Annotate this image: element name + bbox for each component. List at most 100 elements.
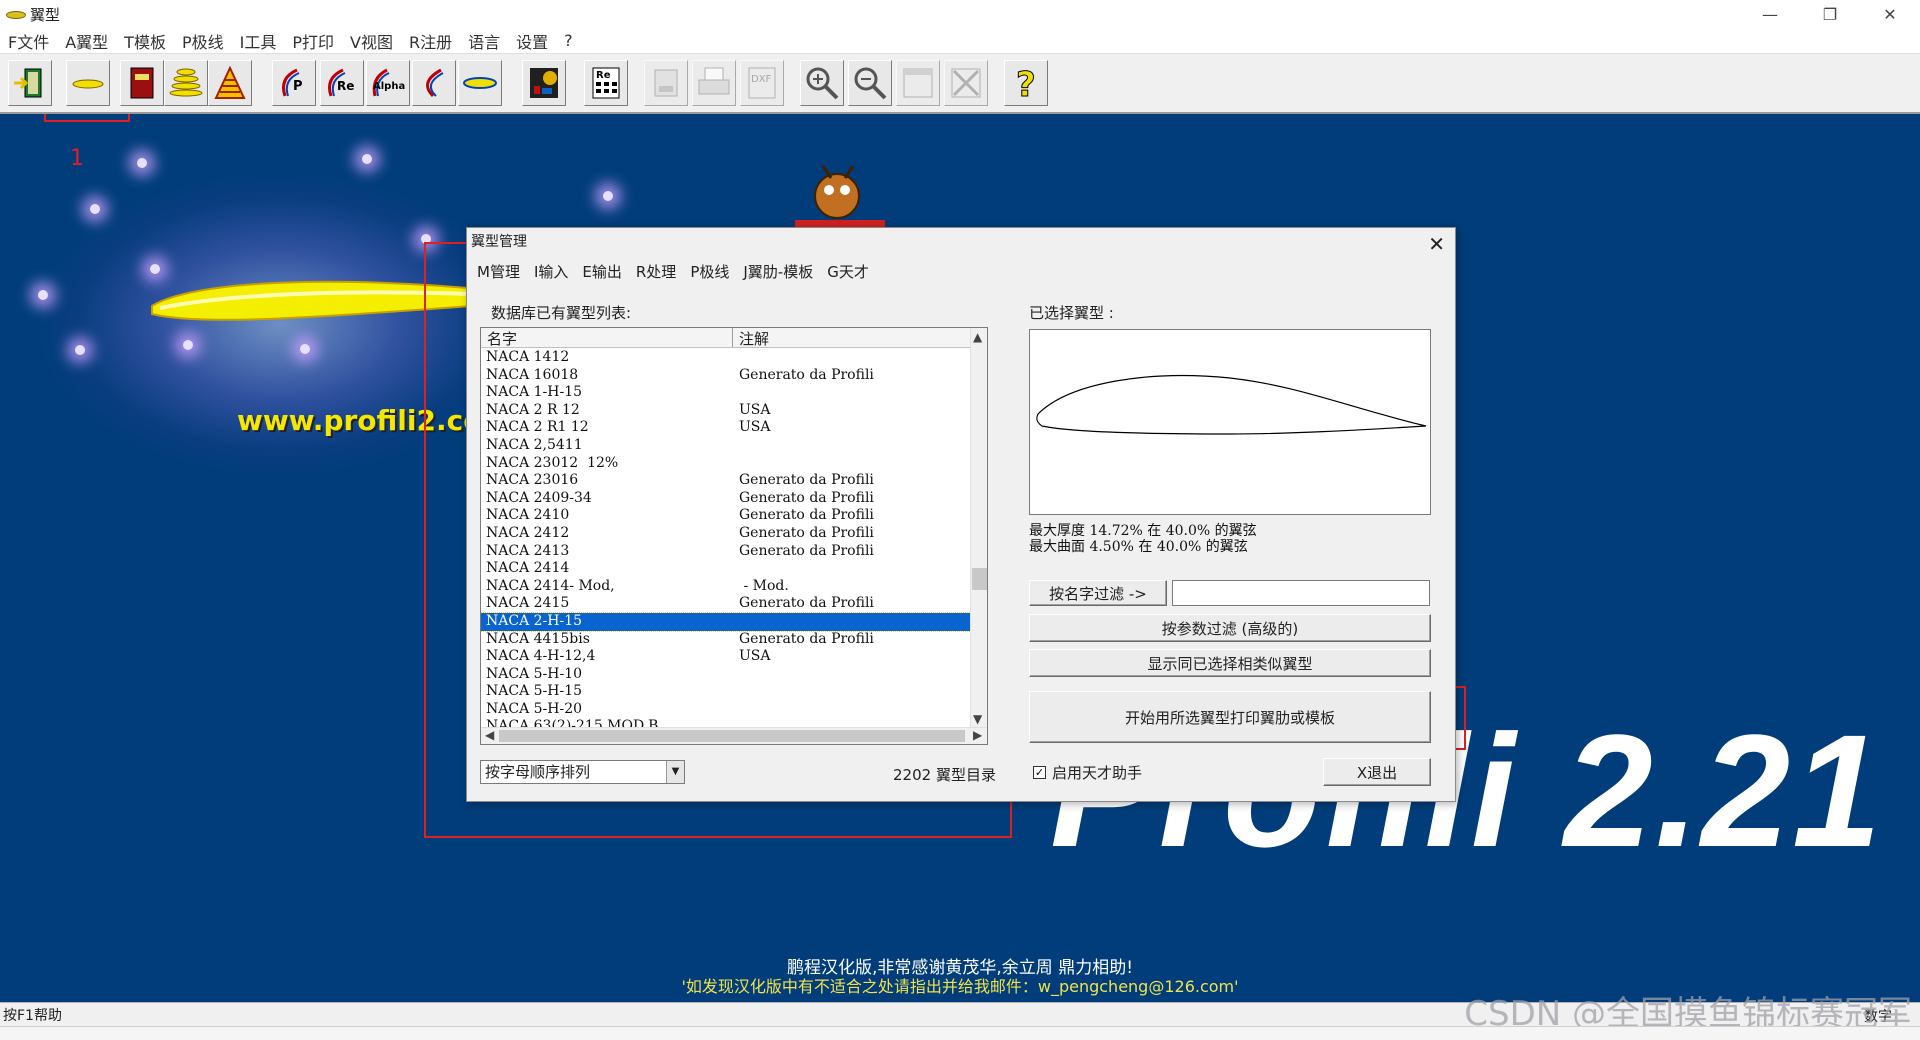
list-item[interactable]: NACA 1-H-15 [481, 384, 971, 402]
show-similar-button[interactable]: 显示同已选择相类似翼型 [1029, 649, 1431, 677]
exit-dialog-button[interactable]: X退出 [1323, 758, 1431, 786]
zoom-out-button[interactable] [848, 60, 892, 106]
dialog-menu-rib-template[interactable]: J翼肋-模板 [743, 261, 813, 282]
menu-help[interactable]: ? [564, 31, 573, 50]
list-item[interactable]: NACA 5-H-10 [481, 666, 971, 684]
printer-button[interactable] [692, 60, 736, 106]
filter-by-name-button[interactable]: 按名字过滤 -> [1029, 580, 1167, 606]
help-button[interactable]: ? [1004, 60, 1048, 106]
restore-button[interactable]: ❐ [1800, 0, 1860, 28]
airfoil-listbox[interactable]: 名字 注解 NACA 1412 NACA 16018 Generato da Pro… [480, 327, 988, 745]
list-item[interactable]: NACA 1412 [481, 349, 971, 367]
exit-button[interactable] [8, 60, 52, 106]
book-button[interactable] [120, 60, 164, 106]
list-item[interactable]: NACA 2 R1 12 USA [481, 419, 971, 437]
list-item[interactable]: NACA 23016 Generato da Profili [481, 472, 971, 490]
sort-order-select[interactable]: 按字母顺序排列 ▼ [480, 760, 685, 784]
dropdown-arrow-icon[interactable]: ▼ [666, 761, 684, 783]
list-item[interactable]: NACA 2409-34 Generato da Profili [481, 490, 971, 508]
menu-language[interactable]: 语言 [468, 29, 500, 53]
list-item-name: NACA 2415 [486, 595, 570, 612]
list-item[interactable]: NACA 2410 Generato da Profili [481, 507, 971, 525]
genius-assistant-checkbox[interactable]: ✓ 启用天才助手 [1033, 762, 1142, 783]
list-item[interactable]: NACA 2-H-15 [481, 611, 972, 632]
print-rib-template-button[interactable]: 开始用所选翼型打印翼肋或模板 [1029, 691, 1431, 743]
minimize-button[interactable]: — [1740, 0, 1800, 28]
list-item[interactable]: NACA 23012 12% [481, 455, 971, 473]
calculator-button[interactable] [522, 60, 566, 106]
dialog-menu-manage[interactable]: M管理 [477, 261, 520, 282]
list-item-notes: Generato da Profili [739, 472, 874, 489]
re-calculator-button[interactable]: Re [584, 60, 628, 106]
list-item[interactable]: NACA 2415 Generato da Profili [481, 595, 971, 613]
genius-assistant-label: 启用天才助手 [1052, 764, 1143, 782]
menu-print[interactable]: P打印 [292, 29, 334, 53]
close-button[interactable]: ✕ [1860, 0, 1920, 28]
menu-bar: F文件 A翼型 T模板 P极线 I工具 P打印 V视图 R注册 语言 设置 ? [0, 28, 1920, 54]
list-item[interactable]: NACA 4415bis Generato da Profili [481, 631, 971, 649]
list-item[interactable]: NACA 2 R 12 USA [481, 402, 971, 420]
print-preview-button[interactable] [644, 60, 688, 106]
status-help-text: 按F1帮助 [3, 1007, 62, 1024]
menu-tools[interactable]: I工具 [240, 29, 277, 53]
help-icon: ? [1016, 65, 1037, 103]
list-item[interactable]: NACA 2412 Generato da Profili [481, 525, 971, 543]
polar-alpha-button[interactable]: Alpha [366, 60, 410, 106]
book-icon [130, 67, 154, 99]
list-item-name: NACA 2 R1 12 [486, 419, 589, 436]
polar-p-button[interactable]: P [272, 60, 316, 106]
column-header-name[interactable]: 名字 [481, 328, 733, 348]
dxf-button[interactable]: DXF [740, 60, 784, 106]
horizontal-scrollbar[interactable]: ◀ ▶ [481, 727, 987, 744]
list-item[interactable]: NACA 2414- Mod, - Mod. [481, 578, 971, 596]
scroll-up-arrow-icon[interactable]: ▲ [973, 330, 982, 344]
list-item-notes: Generato da Profili [739, 489, 874, 506]
scroll-down-arrow-icon[interactable]: ▼ [973, 712, 982, 726]
scroll-right-arrow-icon[interactable]: ▶ [973, 728, 982, 742]
stacked-airfoils-button[interactable] [164, 60, 208, 106]
close-window-button[interactable] [944, 60, 988, 106]
scroll-thumb[interactable] [972, 568, 987, 590]
template-button[interactable] [208, 60, 252, 106]
airfoil-button[interactable] [66, 60, 110, 106]
menu-register[interactable]: R注册 [409, 29, 452, 53]
airfoil-outline-graphic [1036, 375, 1427, 435]
dialog-menu-process[interactable]: R处理 [636, 261, 676, 282]
hscroll-thumb[interactable] [499, 730, 965, 742]
window-button[interactable] [896, 60, 940, 106]
list-item[interactable]: NACA 5-H-20 [481, 701, 971, 719]
column-header-notes[interactable]: 注解 [733, 328, 971, 348]
menu-view[interactable]: V视图 [350, 29, 393, 53]
scroll-left-arrow-icon[interactable]: ◀ [485, 728, 494, 742]
dialog-menu-export[interactable]: E输出 [582, 261, 621, 282]
window-controls: — ❐ ✕ [1740, 0, 1920, 28]
list-item[interactable]: NACA 16018 Generato da Profili [481, 367, 971, 385]
list-item[interactable]: NACA 2,5411 [481, 437, 971, 455]
menu-polar[interactable]: P极线 [182, 29, 224, 53]
vertical-scrollbar[interactable]: ▲ ▼ [970, 328, 987, 728]
list-item[interactable]: NACA 2414 [481, 560, 971, 578]
menu-airfoil[interactable]: A翼型 [65, 29, 108, 53]
polar-re-button[interactable]: Re [320, 60, 364, 106]
svg-text:DXF: DXF [751, 74, 772, 85]
wing-view-button[interactable] [458, 60, 502, 106]
list-item-name: NACA 1412 [486, 349, 570, 365]
dialog-menu-genius[interactable]: G天才 [827, 261, 869, 282]
menu-settings[interactable]: 设置 [516, 29, 548, 53]
zoom-in-button[interactable] [800, 60, 844, 106]
filter-by-params-button[interactable]: 按参数过滤 (高级的) [1029, 614, 1431, 642]
menu-file[interactable]: F文件 [8, 29, 49, 53]
list-item[interactable]: NACA 4-H-12,4 USA [481, 648, 971, 666]
list-item-notes: USA [739, 401, 771, 418]
taskbar-strip [0, 1026, 1920, 1040]
dialog-menu-import[interactable]: I输入 [534, 261, 568, 282]
filter-name-input[interactable] [1172, 580, 1430, 606]
polar-curve-button[interactable] [412, 60, 456, 106]
checkbox-check-icon[interactable]: ✓ [1033, 766, 1046, 779]
dialog-menu-polar[interactable]: P极线 [690, 261, 729, 282]
dialog-close-button[interactable]: ✕ [1428, 232, 1445, 256]
list-item[interactable]: NACA 5-H-15 [481, 683, 971, 701]
list-item[interactable]: NACA 2413 Generato da Profili [481, 543, 971, 561]
list-item-notes [733, 683, 971, 701]
menu-template[interactable]: T模板 [124, 29, 166, 53]
